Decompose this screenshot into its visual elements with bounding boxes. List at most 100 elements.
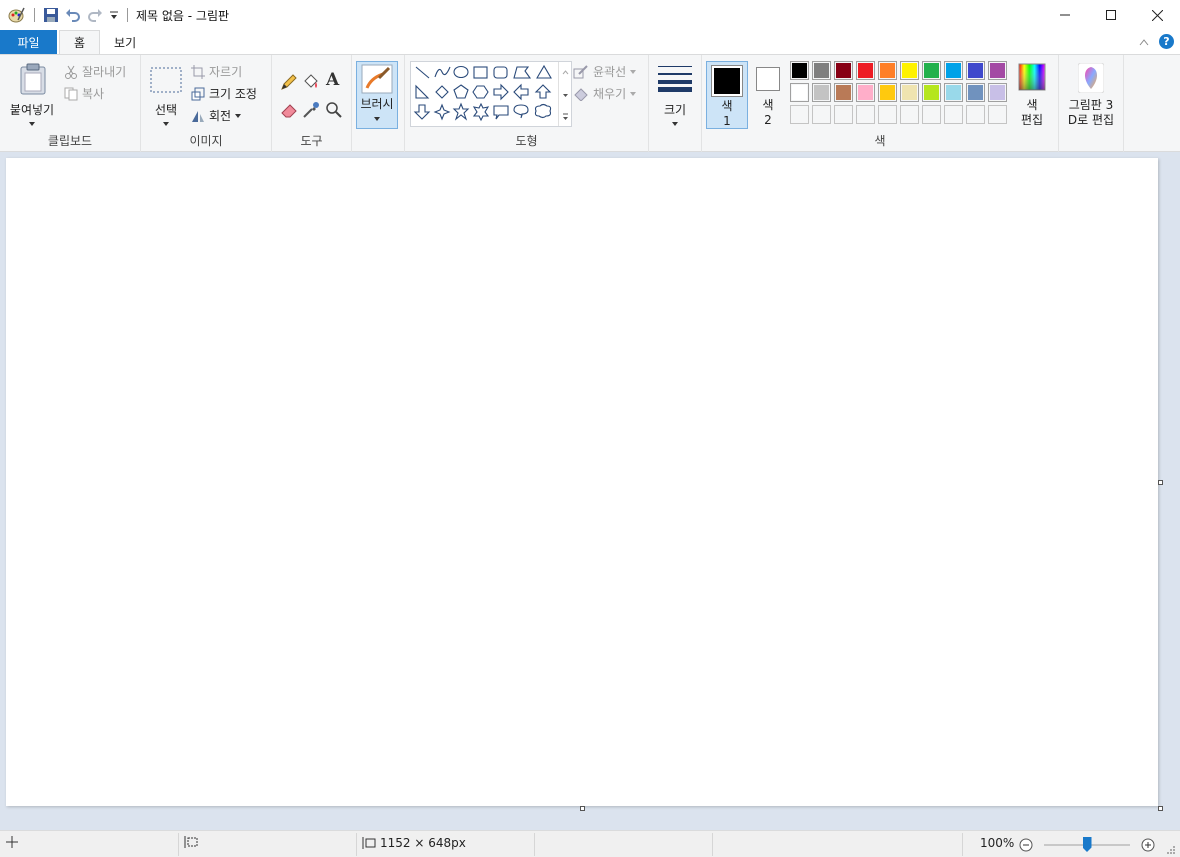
palette-swatch-empty[interactable]: [900, 105, 919, 124]
zoom-out-icon[interactable]: [1019, 838, 1033, 852]
palette-swatch-empty[interactable]: [988, 105, 1007, 124]
zoom-slider-thumb[interactable]: [1082, 837, 1092, 852]
status-bar: 1152 × 648px 100%: [0, 830, 1180, 857]
size-grip-icon[interactable]: [1166, 845, 1176, 855]
palette-swatch[interactable]: [922, 83, 941, 102]
chevron-down-icon: [29, 122, 35, 126]
colors-group-label: 색: [874, 134, 886, 148]
palette-swatch-empty[interactable]: [878, 105, 897, 124]
customize-qat-icon[interactable]: [109, 7, 119, 23]
palette-swatch-empty[interactable]: [812, 105, 831, 124]
save-icon[interactable]: [43, 7, 59, 23]
palette-swatch-empty[interactable]: [966, 105, 985, 124]
minimize-icon: [1060, 14, 1070, 16]
palette-swatch[interactable]: [856, 83, 875, 102]
palette-swatch-empty[interactable]: [790, 105, 809, 124]
brushes-button[interactable]: 브러시: [356, 61, 398, 129]
tools-group-label: 도구: [300, 134, 323, 148]
shapes-scrollbar[interactable]: [558, 62, 571, 126]
paint3d-group: 그림판 3 D로 편집: [1059, 55, 1124, 152]
crop-button[interactable]: 자르기: [191, 63, 242, 80]
resize-handle-bottom[interactable]: [580, 806, 585, 811]
palette-swatch[interactable]: [790, 83, 809, 102]
outline-button[interactable]: 윤곽선: [573, 63, 637, 80]
palette-swatch[interactable]: [922, 61, 941, 80]
palette-swatch[interactable]: [966, 83, 985, 102]
zoom-slider[interactable]: [1044, 837, 1130, 852]
palette-swatch-empty[interactable]: [944, 105, 963, 124]
color-picker-icon[interactable]: [302, 101, 320, 119]
collapse-ribbon-icon[interactable]: [1139, 38, 1149, 46]
palette-swatch[interactable]: [790, 61, 809, 80]
palette-swatch[interactable]: [900, 61, 919, 80]
palette-swatch[interactable]: [988, 61, 1007, 80]
tab-view[interactable]: 보기: [100, 30, 150, 54]
palette-swatch[interactable]: [878, 83, 897, 102]
drawing-canvas[interactable]: [6, 158, 1158, 806]
help-icon[interactable]: ?: [1159, 34, 1174, 49]
palette-swatch[interactable]: [944, 61, 963, 80]
palette-swatch[interactable]: [834, 83, 853, 102]
zoom-in-icon[interactable]: [1141, 838, 1155, 852]
chevron-up-icon[interactable]: [559, 62, 572, 82]
paste-button[interactable]: 붙여넣기: [6, 61, 58, 129]
palette-swatch[interactable]: [834, 61, 853, 80]
tab-home[interactable]: 홈: [59, 30, 101, 54]
magnifier-icon[interactable]: [325, 101, 343, 119]
title-bar: 제목 없음 - 그림판: [0, 0, 1180, 30]
palette-swatch[interactable]: [812, 83, 831, 102]
color1-button[interactable]: 색 1: [706, 61, 748, 129]
copy-button[interactable]: 복사: [64, 85, 104, 102]
palette-swatch[interactable]: [966, 61, 985, 80]
fill-bucket-icon[interactable]: [302, 73, 320, 91]
eraser-icon[interactable]: [280, 101, 298, 119]
color1-swatch: [711, 65, 743, 97]
select-rectangle-icon: [150, 67, 182, 93]
color2-button[interactable]: 색 2: [752, 61, 786, 129]
edit-colors-label-1: 색: [1026, 98, 1038, 112]
chevron-down-icon[interactable]: [559, 85, 572, 105]
clipboard-group-label: 클립보드: [47, 134, 93, 148]
close-button[interactable]: [1134, 0, 1180, 30]
image-group: 선택 자르기 크기 조정 회전 이미지: [141, 55, 272, 152]
palette-swatch[interactable]: [944, 83, 963, 102]
rotate-button[interactable]: 회전: [191, 107, 242, 124]
pencil-icon[interactable]: [280, 73, 298, 91]
expand-gallery-icon[interactable]: [559, 108, 572, 128]
color-spectrum-icon: [1018, 63, 1046, 91]
text-tool-icon[interactable]: A: [326, 70, 339, 90]
palette-swatch[interactable]: [812, 61, 831, 80]
brushes-label: 브러시: [360, 97, 394, 111]
maximize-button[interactable]: [1088, 0, 1134, 30]
zoom-level-text: 100%: [980, 836, 1015, 850]
edit-colors-button[interactable]: 색 편집: [1012, 61, 1052, 129]
ribbon: 붙여넣기 잘라내기 복사 클립보드 선택 자르기 크기 조정 회전 이미지 A …: [0, 54, 1180, 152]
resize-button[interactable]: 크기 조정: [191, 85, 257, 102]
crop-icon: [191, 64, 205, 79]
minimize-button[interactable]: [1042, 0, 1088, 30]
maximize-icon: [1106, 10, 1116, 20]
shapes-group-label: 도형: [515, 134, 538, 148]
palette-swatch[interactable]: [856, 61, 875, 80]
tab-file[interactable]: 파일: [0, 30, 57, 54]
rotate-label: 회전: [209, 109, 232, 123]
edit-with-paint3d-button[interactable]: 그림판 3 D로 편집: [1062, 61, 1120, 129]
size-label: 크기: [663, 103, 687, 117]
palette-swatch[interactable]: [900, 83, 919, 102]
window-title: 제목 없음 - 그림판: [136, 8, 230, 23]
select-button[interactable]: 선택: [147, 61, 185, 129]
resize-handle-corner[interactable]: [1158, 806, 1163, 811]
resize-label: 크기 조정: [209, 87, 257, 101]
resize-handle-right[interactable]: [1158, 480, 1163, 485]
workspace: [0, 152, 1180, 830]
palette-swatch-empty[interactable]: [834, 105, 853, 124]
redo-icon[interactable]: [87, 7, 103, 23]
size-button[interactable]: 크기: [653, 61, 697, 129]
palette-swatch[interactable]: [878, 61, 897, 80]
cut-button[interactable]: 잘라내기: [64, 63, 126, 80]
palette-swatch[interactable]: [988, 83, 1007, 102]
undo-icon[interactable]: [65, 7, 81, 23]
fill-button[interactable]: 채우기: [573, 85, 637, 102]
palette-swatch-empty[interactable]: [856, 105, 875, 124]
palette-swatch-empty[interactable]: [922, 105, 941, 124]
